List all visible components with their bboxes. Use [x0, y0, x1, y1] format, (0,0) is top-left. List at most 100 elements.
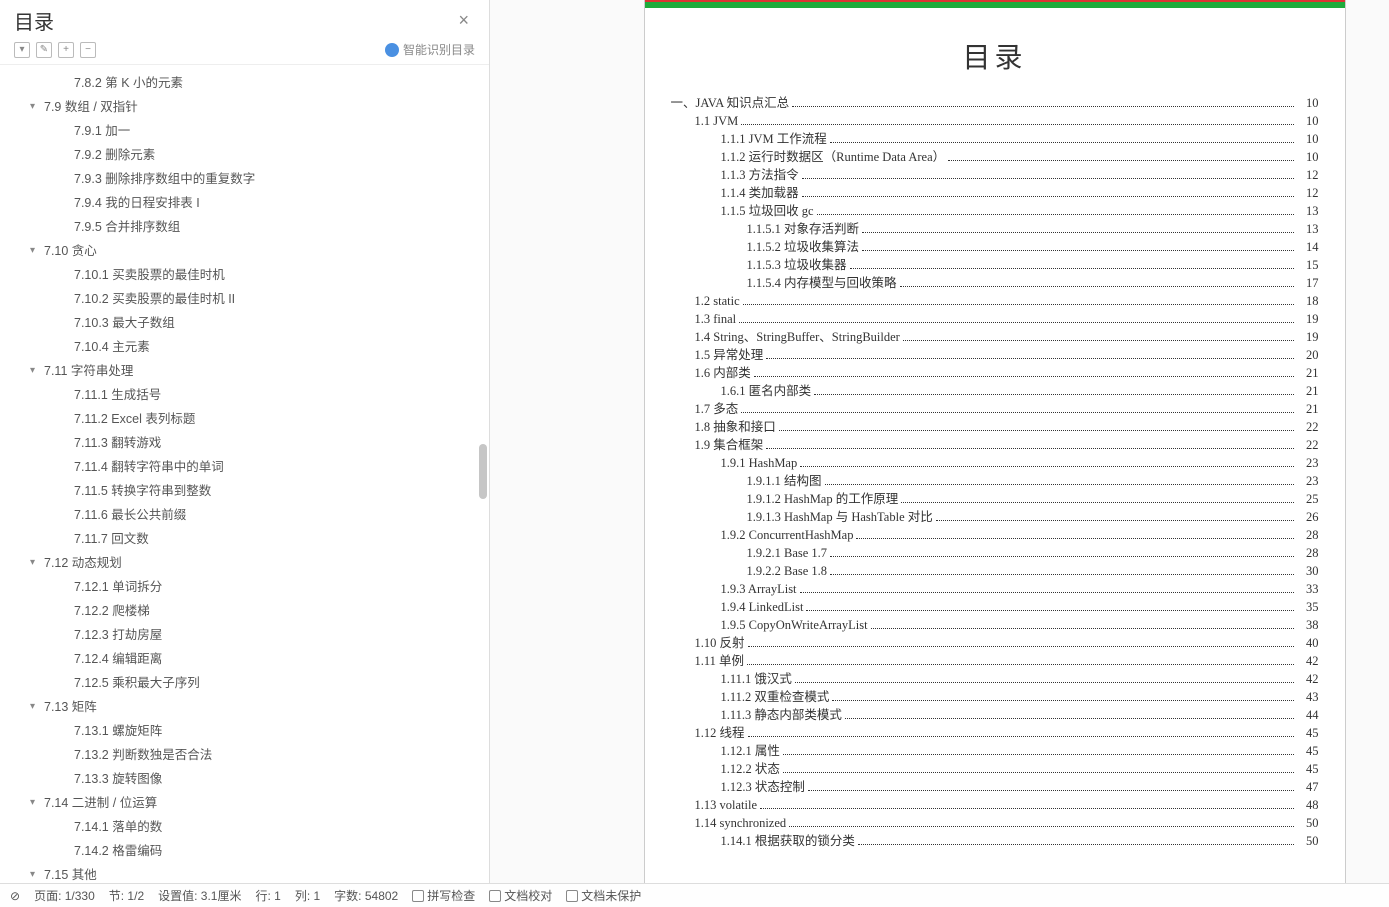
- doc-toc-row[interactable]: 1.9 集合框架22: [671, 436, 1319, 454]
- toc-item[interactable]: 7.9.4 我的日程安排表 I: [0, 191, 489, 215]
- scrollbar-thumb[interactable]: [479, 444, 487, 499]
- doc-toc-row[interactable]: 1.9.1.3 HashMap 与 HashTable 对比26: [671, 508, 1319, 526]
- close-icon[interactable]: ×: [452, 8, 475, 33]
- doc-toc-row[interactable]: 1.11.1 饿汉式42: [671, 670, 1319, 688]
- doc-toc-row[interactable]: 1.9.4 LinkedList35: [671, 598, 1319, 616]
- toc-item[interactable]: 7.11.1 生成括号: [0, 383, 489, 407]
- doc-toc-row[interactable]: 1.9.1.1 结构图23: [671, 472, 1319, 490]
- document-viewport[interactable]: 目录 一、JAVA 知识点汇总101.1 JVM101.1.1 JVM 工作流程…: [490, 0, 1389, 907]
- toc-item[interactable]: 7.11.3 翻转游戏: [0, 431, 489, 455]
- toc-item[interactable]: 7.9.3 删除排序数组中的重复数字: [0, 167, 489, 191]
- doc-toc-row[interactable]: 一、JAVA 知识点汇总10: [671, 94, 1319, 112]
- toc-item[interactable]: 7.13.1 螺旋矩阵: [0, 719, 489, 743]
- chevron-down-icon[interactable]: [30, 361, 44, 381]
- doc-toc-row[interactable]: 1.12.2 状态45: [671, 760, 1319, 778]
- toc-item[interactable]: 7.12.5 乘积最大子序列: [0, 671, 489, 695]
- toc-item-label: 7.8.2 第 K 小的元素: [74, 73, 183, 93]
- toc-item[interactable]: 7.12.3 打劫房屋: [0, 623, 489, 647]
- chevron-down-icon[interactable]: [30, 241, 44, 261]
- doc-toc-row[interactable]: 1.14.1 根据获取的锁分类50: [671, 832, 1319, 850]
- chevron-down-icon: [60, 529, 74, 549]
- toc-item[interactable]: 7.14 二进制 / 位运算: [0, 791, 489, 815]
- doc-toc-row[interactable]: 1.9.2.2 Base 1.830: [671, 562, 1319, 580]
- doc-toc-row[interactable]: 1.11 单例42: [671, 652, 1319, 670]
- doc-toc-row[interactable]: 1.2 static18: [671, 292, 1319, 310]
- toc-item[interactable]: 7.14.1 落单的数: [0, 815, 489, 839]
- status-spellcheck[interactable]: 拼写检查: [412, 887, 475, 904]
- doc-toc-row[interactable]: 1.1.3 方法指令12: [671, 166, 1319, 184]
- toc-item[interactable]: 7.10.2 买卖股票的最佳时机 II: [0, 287, 489, 311]
- doc-toc-row[interactable]: 1.9.1 HashMap23: [671, 454, 1319, 472]
- status-words[interactable]: 字数: 54802: [334, 887, 398, 904]
- doc-toc-row[interactable]: 1.1.5 垃圾回收 gc13: [671, 202, 1319, 220]
- toc-item[interactable]: 7.10.4 主元素: [0, 335, 489, 359]
- doc-toc-row[interactable]: 1.1.5.3 垃圾收集器15: [671, 256, 1319, 274]
- doc-toc-row[interactable]: 1.1.2 运行时数据区（Runtime Data Area）10: [671, 148, 1319, 166]
- chevron-down-icon[interactable]: [30, 97, 44, 117]
- chevron-down-icon[interactable]: [30, 553, 44, 573]
- sidebar-toc-body[interactable]: 7.8.2 第 K 小的元素7.9 数组 / 双指针 7.9.1 加一 7.9.…: [0, 65, 489, 907]
- doc-toc-row[interactable]: 1.6.1 匿名内部类21: [671, 382, 1319, 400]
- doc-toc-row[interactable]: 1.8 抽象和接口22: [671, 418, 1319, 436]
- chevron-down-icon[interactable]: [30, 793, 44, 813]
- doc-toc-row[interactable]: 1.5 异常处理20: [671, 346, 1319, 364]
- doc-toc-row[interactable]: 1.1.5.2 垃圾收集算法14: [671, 238, 1319, 256]
- doc-toc-row[interactable]: 1.9.2 ConcurrentHashMap28: [671, 526, 1319, 544]
- toc-item[interactable]: 7.14.2 格雷编码: [0, 839, 489, 863]
- chevron-down-icon: [60, 289, 74, 309]
- toc-item[interactable]: 7.11 字符串处理: [0, 359, 489, 383]
- toc-item[interactable]: 7.9.5 合并排序数组: [0, 215, 489, 239]
- doc-toc-row[interactable]: 1.6 内部类21: [671, 364, 1319, 382]
- doc-toc-row[interactable]: 1.11.2 双重检查模式43: [671, 688, 1319, 706]
- collapse-all-icon[interactable]: ▾: [14, 42, 30, 58]
- new-item-icon[interactable]: ✎: [36, 42, 52, 58]
- status-page[interactable]: 页面: 1/330: [34, 887, 95, 904]
- doc-toc-row[interactable]: 1.9.3 ArrayList33: [671, 580, 1319, 598]
- doc-toc-row[interactable]: 1.1 JVM10: [671, 112, 1319, 130]
- status-protect[interactable]: 文档未保护: [566, 887, 641, 904]
- doc-toc-row[interactable]: 1.12.3 状态控制47: [671, 778, 1319, 796]
- toc-item[interactable]: 7.11.2 Excel 表列标题: [0, 407, 489, 431]
- doc-toc-row[interactable]: 1.9.2.1 Base 1.728: [671, 544, 1319, 562]
- doc-toc-row[interactable]: 1.14 synchronized50: [671, 814, 1319, 832]
- toc-item[interactable]: 7.9.2 删除元素: [0, 143, 489, 167]
- doc-toc-row[interactable]: 1.1.1 JVM 工作流程10: [671, 130, 1319, 148]
- toc-item[interactable]: 7.11.5 转换字符串到整数: [0, 479, 489, 503]
- doc-toc-row[interactable]: 1.1.5.4 内存模型与回收策略17: [671, 274, 1319, 292]
- doc-toc-row[interactable]: 1.7 多态21: [671, 400, 1319, 418]
- smart-toc-button[interactable]: 智能识别目录: [385, 41, 475, 58]
- status-proofread[interactable]: 文档校对: [489, 887, 552, 904]
- doc-toc-row[interactable]: 1.9.5 CopyOnWriteArrayList38: [671, 616, 1319, 634]
- doc-toc-row[interactable]: 1.13 volatile48: [671, 796, 1319, 814]
- toc-item[interactable]: 7.11.7 回文数: [0, 527, 489, 551]
- toc-item[interactable]: 7.12.1 单词拆分: [0, 575, 489, 599]
- add-icon[interactable]: +: [58, 42, 74, 58]
- toc-item[interactable]: 7.12.4 编辑距离: [0, 647, 489, 671]
- toc-item[interactable]: 7.13 矩阵: [0, 695, 489, 719]
- chevron-down-icon[interactable]: [30, 865, 44, 885]
- doc-toc-row[interactable]: 1.3 final19: [671, 310, 1319, 328]
- doc-toc-row[interactable]: 1.12 线程45: [671, 724, 1319, 742]
- status-indicator-icon[interactable]: ⊘: [10, 889, 20, 903]
- doc-toc-row[interactable]: 1.1.4 类加载器12: [671, 184, 1319, 202]
- toc-item[interactable]: 7.9 数组 / 双指针: [0, 95, 489, 119]
- toc-item[interactable]: 7.13.2 判断数独是否合法: [0, 743, 489, 767]
- toc-item[interactable]: 7.10 贪心: [0, 239, 489, 263]
- toc-item[interactable]: 7.8.2 第 K 小的元素: [0, 71, 489, 95]
- toc-item[interactable]: 7.11.6 最长公共前缀: [0, 503, 489, 527]
- doc-toc-row[interactable]: 1.10 反射40: [671, 634, 1319, 652]
- doc-toc-row[interactable]: 1.4 String、StringBuffer、StringBuilder19: [671, 328, 1319, 346]
- remove-icon[interactable]: −: [80, 42, 96, 58]
- toc-item[interactable]: 7.12 动态规划: [0, 551, 489, 575]
- doc-toc-row[interactable]: 1.1.5.1 对象存活判断13: [671, 220, 1319, 238]
- toc-item[interactable]: 7.12.2 爬楼梯: [0, 599, 489, 623]
- toc-item[interactable]: 7.13.3 旋转图像: [0, 767, 489, 791]
- doc-toc-row[interactable]: 1.12.1 属性45: [671, 742, 1319, 760]
- toc-item[interactable]: 7.10.3 最大子数组: [0, 311, 489, 335]
- toc-item[interactable]: 7.11.4 翻转字符串中的单词: [0, 455, 489, 479]
- toc-item[interactable]: 7.9.1 加一: [0, 119, 489, 143]
- doc-toc-row[interactable]: 1.11.3 静态内部类模式44: [671, 706, 1319, 724]
- toc-item[interactable]: 7.10.1 买卖股票的最佳时机: [0, 263, 489, 287]
- chevron-down-icon[interactable]: [30, 697, 44, 717]
- doc-toc-row[interactable]: 1.9.1.2 HashMap 的工作原理25: [671, 490, 1319, 508]
